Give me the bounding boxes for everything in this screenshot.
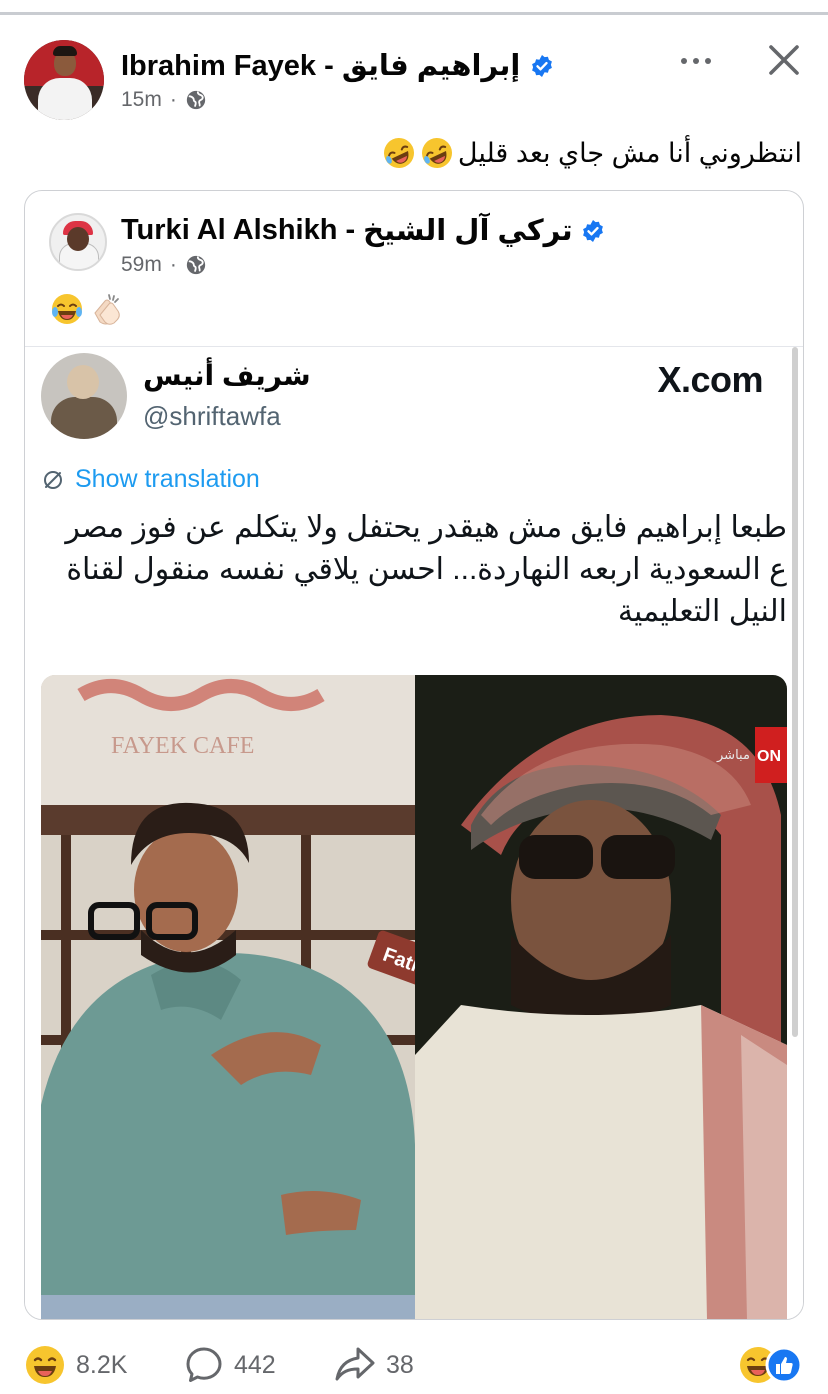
post-text-content: انتظروني أنا مش جاي بعد قليل <box>457 137 802 168</box>
shared-post-time[interactable]: 59m <box>121 253 162 277</box>
globe-icon <box>186 255 206 275</box>
post-meta: 15m · <box>121 88 207 112</box>
tweet-author-name: شريف أنيس <box>143 360 311 391</box>
comments-count[interactable]: 442 <box>234 1351 276 1380</box>
rofl-emoji-icon <box>421 138 452 168</box>
shared-post-author[interactable]: Turki Al Alshikh - تركي آل الشيخ <box>121 213 605 248</box>
cafe-sign-text: FAYEK CAFE <box>111 733 254 759</box>
scrollbar[interactable] <box>792 347 798 1037</box>
tweet-source-site: X.com <box>657 359 763 400</box>
tweet-author-handle: @shriftawfa <box>143 401 281 431</box>
tears-of-joy-emoji-icon <box>52 294 82 324</box>
post-author[interactable]: Ibrahim Fayek - إبراهيم فايق <box>121 48 554 83</box>
post-time[interactable]: 15m <box>121 88 162 112</box>
share-button[interactable]: 38 <box>334 1336 414 1394</box>
author-avatar[interactable] <box>24 40 104 120</box>
verified-badge-icon <box>532 54 553 77</box>
shared-author-avatar[interactable] <box>49 213 107 271</box>
reaction-summary-icons <box>740 1346 803 1384</box>
top-divider <box>0 12 828 15</box>
post-footer: 8.2K 442 38 <box>0 1336 828 1394</box>
comment-button[interactable]: 442 <box>184 1336 276 1394</box>
show-translation-link[interactable]: Show translation <box>41 465 260 494</box>
show-translation-label[interactable]: Show translation <box>75 465 260 494</box>
haha-reaction-icon <box>26 1346 64 1384</box>
channel-live-label: مباشر <box>716 748 750 763</box>
tweet-screenshot[interactable]: شريف أنيس @shriftawfa X.com Show transla… <box>25 346 803 1319</box>
globe-icon <box>186 90 206 110</box>
shared-author-name-ar[interactable]: تركي آل الشيخ <box>363 213 572 248</box>
shared-post-card[interactable]: Turki Al Alshikh - تركي آل الشيخ 59m · ش… <box>24 190 804 1320</box>
shared-post-meta: 59m · <box>121 253 207 277</box>
close-icon[interactable] <box>764 40 804 80</box>
more-horizontal-icon[interactable] <box>676 44 716 78</box>
rofl-emoji-icon <box>383 138 414 168</box>
comment-icon <box>186 1347 222 1382</box>
verified-badge-icon <box>582 219 603 242</box>
translate-icon <box>44 470 62 489</box>
shares-count[interactable]: 38 <box>386 1351 414 1380</box>
tweet-text: طبعا إبراهيم فايق مش هيقدر يحتفل ولا يتك… <box>65 511 787 628</box>
tweet-author-avatar <box>41 353 127 439</box>
post-text: انتظروني أنا مش جاي بعد قليل <box>382 136 802 170</box>
shared-author-name-en[interactable]: Turki Al Alshikh - <box>121 214 355 247</box>
share-icon <box>335 1347 375 1381</box>
shared-post-text <box>49 291 125 327</box>
reaction-summary[interactable] <box>738 1336 806 1394</box>
clapping-hands-emoji-icon <box>94 294 120 325</box>
post-author-name[interactable]: Ibrahim Fayek - إبراهيم فايق <box>121 48 520 83</box>
reactions-count[interactable]: 8.2K <box>76 1351 127 1380</box>
channel-logo: ON <box>757 748 781 765</box>
tweet-image[interactable]: FAYEK CAFE Fathy ON مباشر <box>41 675 787 1319</box>
reactions-button[interactable]: 8.2K <box>24 1336 127 1394</box>
